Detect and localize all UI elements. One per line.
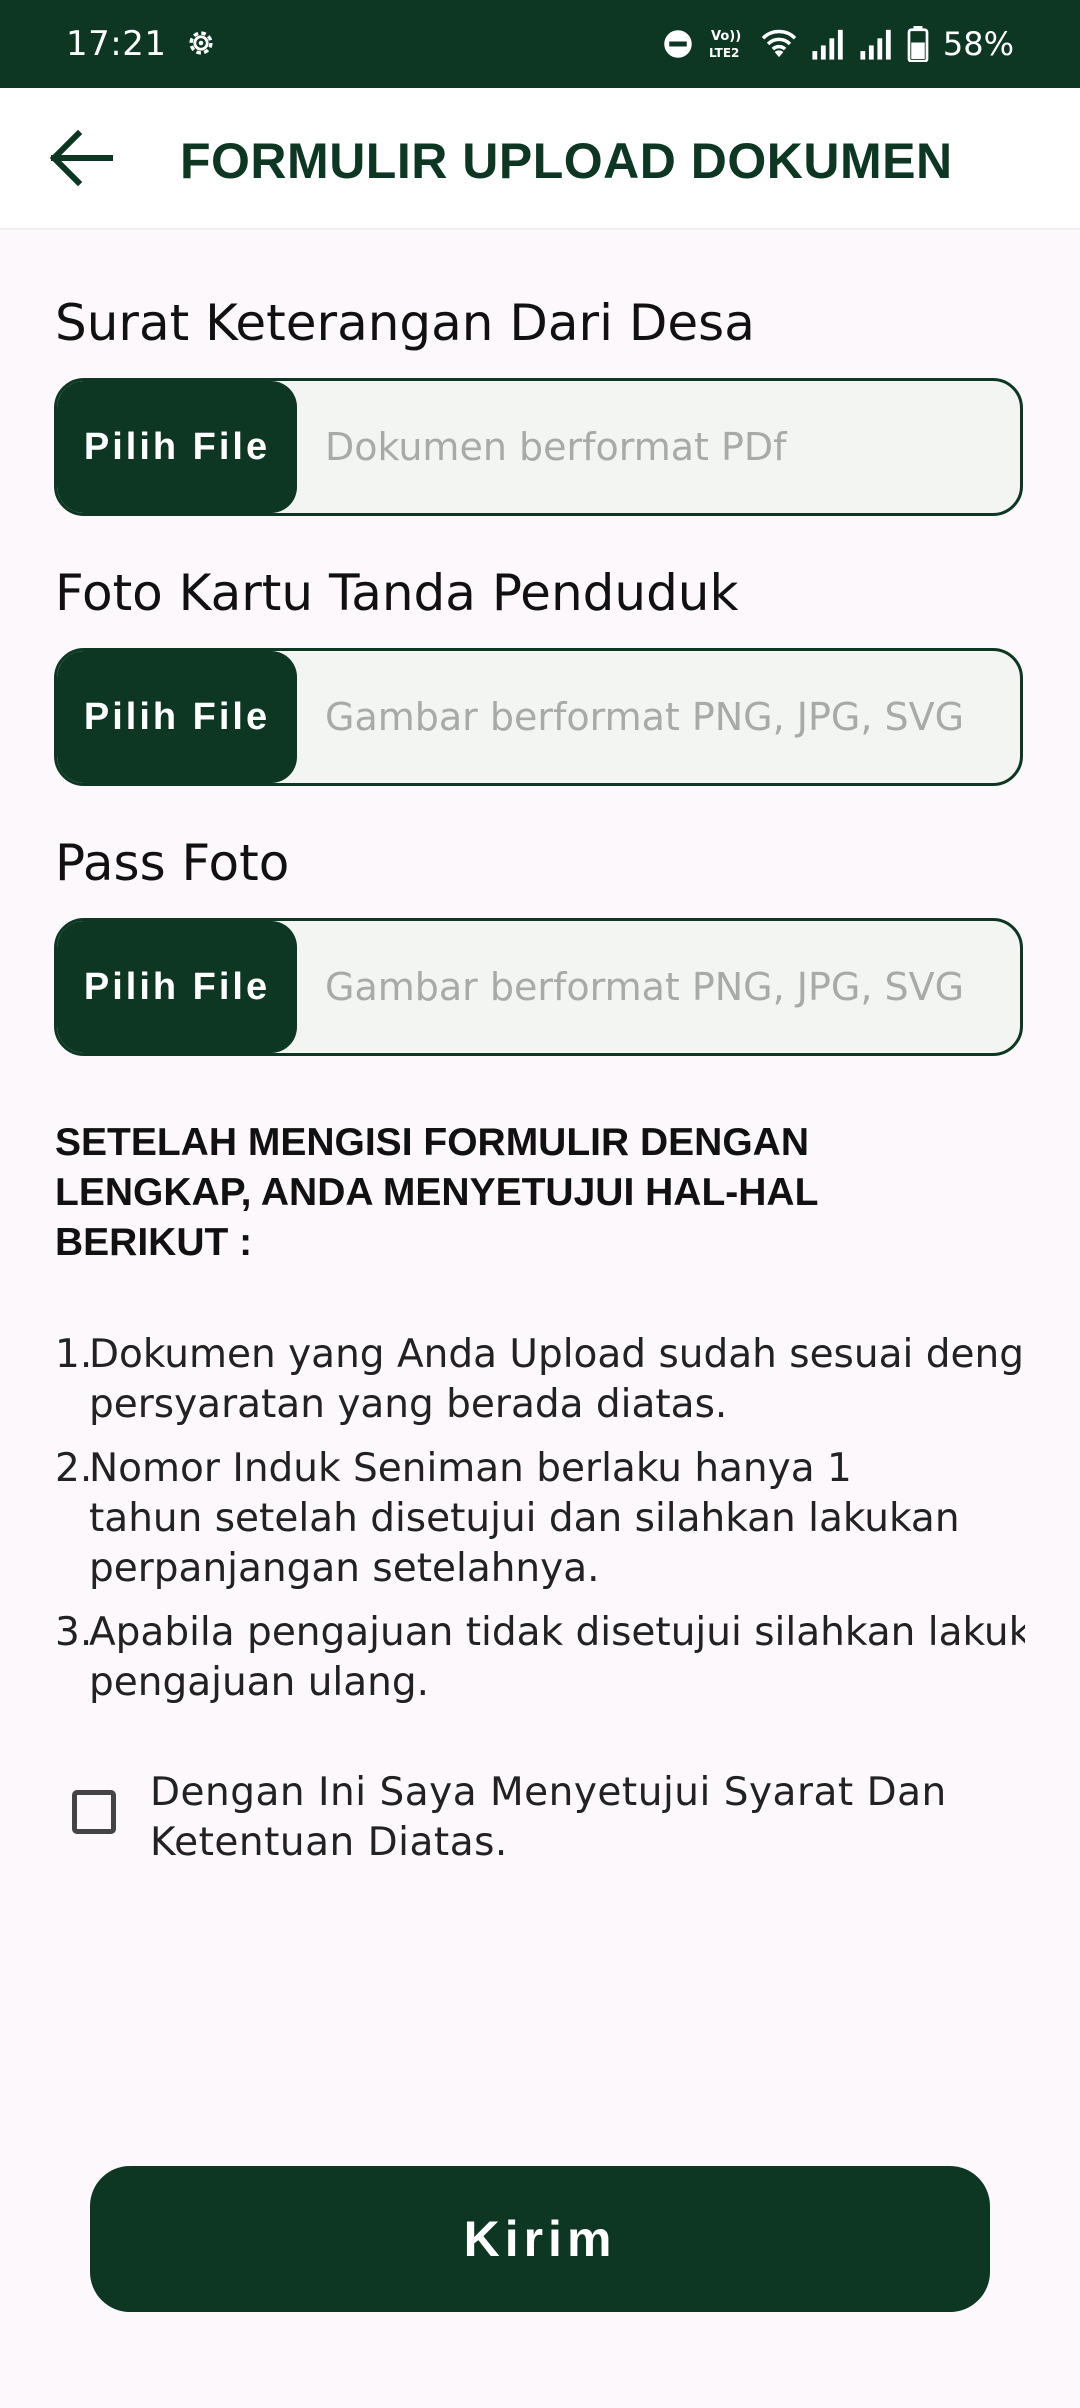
file-field-foto-ktp[interactable]: Pilih File Gambar berformat PNG, JPG, SV… bbox=[54, 648, 1023, 786]
choose-file-button[interactable]: Pilih File bbox=[57, 921, 297, 1053]
volte-icon: Vo)) LTE2 bbox=[709, 29, 741, 60]
list-item-text: Dokumen yang Anda Upload sudah sesuai de… bbox=[89, 1332, 1025, 1427]
list-item: 1. Dokumen yang Anda Upload sudah sesuai… bbox=[55, 1330, 1025, 1430]
app-bar: FORMULIR UPLOAD DOKUMEN bbox=[0, 88, 1080, 230]
list-item-number: 2. bbox=[55, 1446, 93, 1491]
list-item-text: Nomor Induk Seniman berlaku hanya 1 tahu… bbox=[89, 1446, 960, 1591]
choose-file-button[interactable]: Pilih File bbox=[57, 381, 297, 513]
arrow-left-icon[interactable] bbox=[44, 128, 114, 188]
agree-label[interactable]: Dengan Ini Saya Menyetujui Syarat Dan Ke… bbox=[150, 1768, 970, 1868]
file-field-pass-foto[interactable]: Pilih File Gambar berformat PNG, JPG, SV… bbox=[54, 918, 1023, 1056]
file-hint: Gambar berformat PNG, JPG, SVG bbox=[325, 695, 965, 739]
status-icons: Vo)) LTE2 58% bbox=[663, 22, 1014, 66]
terms-heading: SETELAH MENGISI FORMULIR DENGAN LENGKAP,… bbox=[55, 1121, 818, 1264]
status-bar: 17:21 Vo)) LTE2 58% bbox=[0, 0, 1080, 88]
status-time: 17:21 bbox=[66, 24, 167, 64]
field-label-pass-foto: Pass Foto bbox=[55, 834, 290, 892]
list-item-number: 3. bbox=[55, 1610, 93, 1655]
agree-checkbox[interactable] bbox=[72, 1790, 116, 1834]
list-item-number: 1. bbox=[55, 1332, 93, 1377]
network-label: LTE2 bbox=[709, 46, 739, 60]
file-hint: Dokumen berformat PDf bbox=[325, 425, 787, 469]
list-item-text: Apabila pengajuan tidak disetujui silahk… bbox=[89, 1610, 1025, 1705]
svg-text:Vo)): Vo)) bbox=[711, 29, 741, 44]
field-label-surat-keterangan: Surat Keterangan Dari Desa bbox=[55, 294, 755, 352]
battery-icon bbox=[907, 26, 929, 62]
page-title: FORMULIR UPLOAD DOKUMEN bbox=[180, 133, 953, 189]
do-not-disturb-icon bbox=[664, 30, 692, 58]
field-label-foto-ktp: Foto Kartu Tanda Penduduk bbox=[55, 564, 739, 622]
list-item: 3. Apabila pengajuan tidak disetujui sil… bbox=[55, 1608, 1025, 1708]
signal-icon bbox=[812, 29, 843, 60]
battery-percent: 58% bbox=[942, 25, 1014, 63]
terms-list: 1. Dokumen yang Anda Upload sudah sesuai… bbox=[55, 1330, 1025, 1722]
submit-button[interactable]: Kirim bbox=[90, 2166, 990, 2312]
choose-file-button[interactable]: Pilih File bbox=[57, 651, 297, 783]
signal-icon bbox=[860, 29, 891, 60]
list-item: 2. Nomor Induk Seniman berlaku hanya 1 t… bbox=[55, 1444, 1025, 1594]
file-field-surat-keterangan[interactable]: Pilih File Dokumen berformat PDf bbox=[54, 378, 1023, 516]
wifi-icon bbox=[761, 29, 797, 58]
file-hint: Gambar berformat PNG, JPG, SVG bbox=[325, 965, 965, 1009]
settings-gear-icon bbox=[189, 31, 213, 55]
agree-row[interactable]: Dengan Ini Saya Menyetujui Syarat Dan Ke… bbox=[72, 1768, 970, 1868]
